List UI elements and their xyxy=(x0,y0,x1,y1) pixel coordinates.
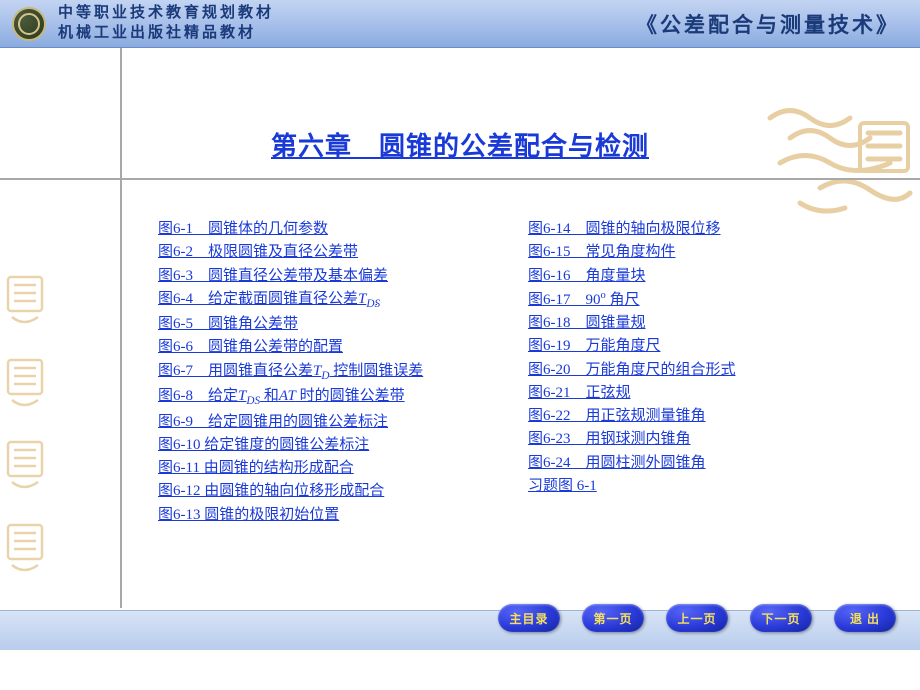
toc-column-right: 图6-14 圆锥的轴向极限位移图6-15 常见角度构件图6-16 角度量块图6-… xyxy=(528,218,736,527)
toc-columns: 图6-1 圆锥体的几何参数图6-2 极限圆锥及直径公差带图6-3 圆锥直径公差带… xyxy=(158,218,880,527)
header-bar: 中等职业技术教育规划教材 机械工业出版社精品教材 《公差配合与测量技术》 xyxy=(0,0,920,48)
vertical-divider xyxy=(120,48,122,608)
toc-link[interactable]: 图6-21 正弦规 xyxy=(528,382,736,405)
toc-link[interactable]: 图6-3 圆锥直径公差带及基本偏差 xyxy=(158,265,528,288)
toc-link[interactable]: 图6-14 圆锥的轴向极限位移 xyxy=(528,218,736,241)
toc-link[interactable]: 图6-11 由圆锥的结构形成配合 xyxy=(158,457,528,480)
header-book-title: 《公差配合与测量技术》 xyxy=(636,9,900,39)
toc-link[interactable]: 图6-13 圆锥的极限初始位置 xyxy=(158,504,528,527)
toc-column-left: 图6-1 圆锥体的几何参数图6-2 极限圆锥及直径公差带图6-3 圆锥直径公差带… xyxy=(158,218,528,527)
home-button[interactable]: 主目录 xyxy=(498,604,560,632)
prev-page-button[interactable]: 上一页 xyxy=(666,604,728,632)
next-page-button[interactable]: 下一页 xyxy=(750,604,812,632)
ornament-top-right xyxy=(760,98,920,228)
ornament-left-seals xyxy=(0,260,50,590)
horizontal-divider xyxy=(0,178,920,180)
header-line1: 中等职业技术教育规划教材 xyxy=(58,4,274,24)
toc-link[interactable]: 图6-12 由圆锥的轴向位移形成配合 xyxy=(158,480,528,503)
toc-link[interactable]: 图6-9 给定圆锥用的圆锥公差标注 xyxy=(158,411,528,434)
header-subtitle-block: 中等职业技术教育规划教材 机械工业出版社精品教材 xyxy=(58,4,274,43)
content-area: 第六章 圆锥的公差配合与检测 图6-1 圆锥体的几何参数图6-2 极限圆锥及直径… xyxy=(0,48,920,650)
toc-link[interactable]: 图6-2 极限圆锥及直径公差带 xyxy=(158,241,528,264)
toc-link[interactable]: 图6-24 用圆柱测外圆锥角 xyxy=(528,452,736,475)
toc-link[interactable]: 图6-23 用钢球测内锥角 xyxy=(528,428,736,451)
toc-link[interactable]: 图6-4 给定截面圆锥直径公差TDS xyxy=(158,288,528,313)
toc-link[interactable]: 图6-6 圆锥角公差带的配置 xyxy=(158,336,528,359)
toc-link[interactable]: 图6-16 角度量块 xyxy=(528,265,736,288)
chapter-title-link[interactable]: 第六章 圆锥的公差配合与检测 xyxy=(271,126,649,163)
header-line2: 机械工业出版社精品教材 xyxy=(58,24,274,44)
toc-link[interactable]: 图6-19 万能角度尺 xyxy=(528,335,736,358)
toc-link[interactable]: 图6-7 用圆锥直径公差TD 控制圆锥误差 xyxy=(158,360,528,385)
toc-link[interactable]: 图6-17 90o 角尺 xyxy=(528,288,736,312)
toc-link[interactable]: 图6-15 常见角度构件 xyxy=(528,241,736,264)
toc-link[interactable]: 图6-20 万能角度尺的组合形式 xyxy=(528,359,736,382)
nav-button-group: 主目录 第一页 上一页 下一页 退 出 xyxy=(498,604,896,632)
toc-link[interactable]: 图6-5 圆锥角公差带 xyxy=(158,313,528,336)
exit-button[interactable]: 退 出 xyxy=(834,604,896,632)
toc-link[interactable]: 图6-22 用正弦规测量锥角 xyxy=(528,405,736,428)
first-page-button[interactable]: 第一页 xyxy=(582,604,644,632)
toc-link[interactable]: 图6-18 圆锥量规 xyxy=(528,312,736,335)
toc-link[interactable]: 图6-8 给定TDS 和AT 时的圆锥公差带 xyxy=(158,385,528,410)
logo-icon xyxy=(12,7,46,41)
toc-link[interactable]: 图6-1 圆锥体的几何参数 xyxy=(158,218,528,241)
toc-link[interactable]: 图6-10 给定锥度的圆锥公差标注 xyxy=(158,434,528,457)
toc-link[interactable]: 习题图 6-1 xyxy=(528,475,736,498)
